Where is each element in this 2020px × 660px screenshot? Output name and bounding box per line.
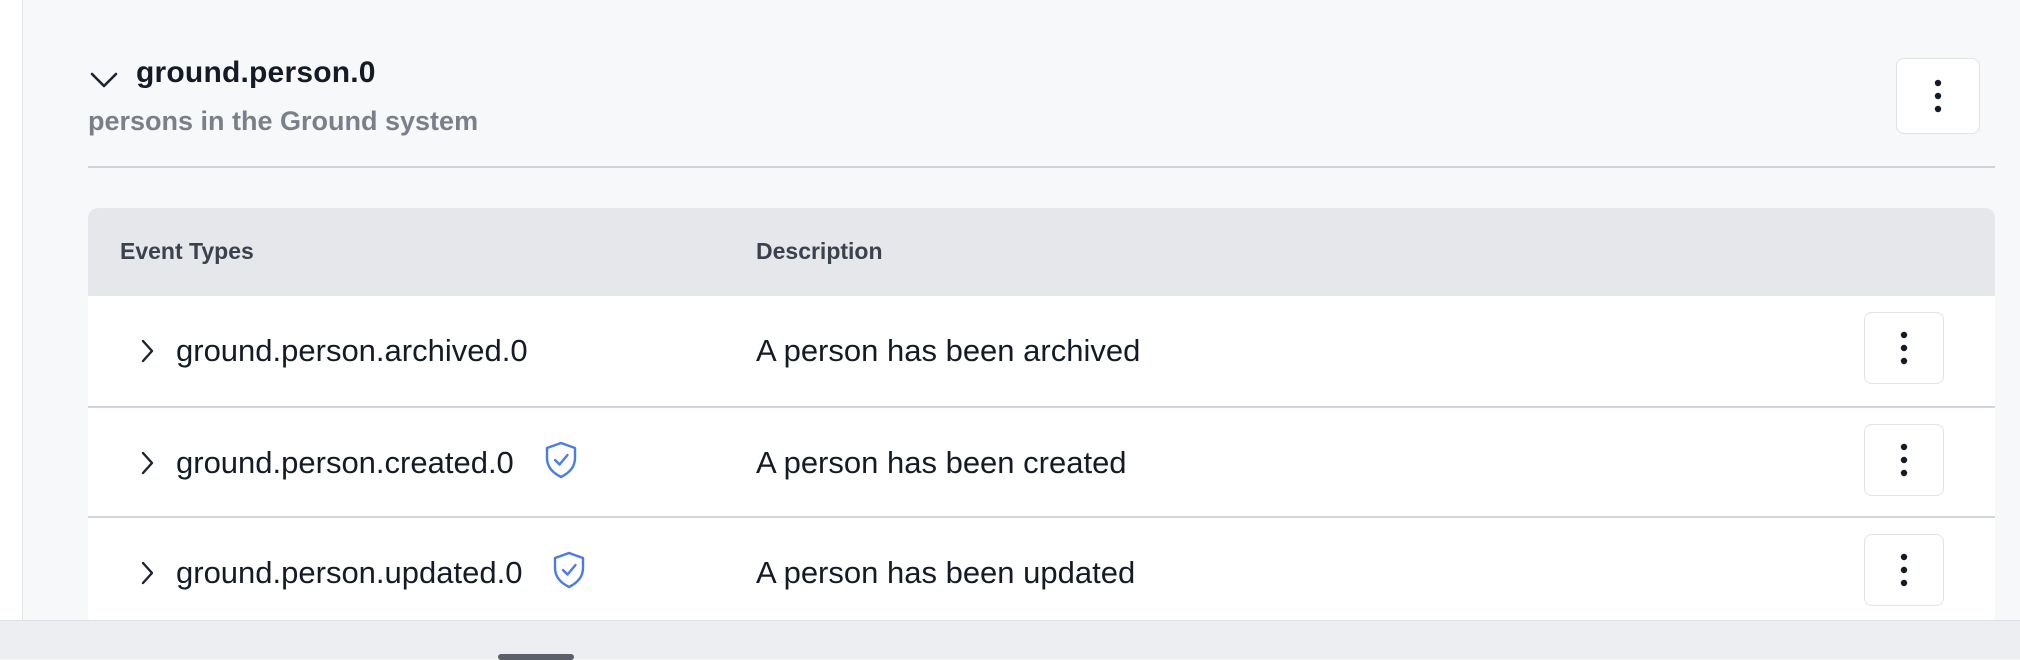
row-menu-button[interactable]	[1864, 534, 1944, 606]
event-type-name[interactable]: ground.person.updated.0	[176, 555, 522, 591]
kebab-menu-icon	[1934, 79, 1942, 113]
verified-shield-icon	[545, 441, 577, 479]
kebab-menu-icon	[1900, 553, 1908, 587]
column-header-description: Description	[756, 238, 883, 264]
chevron-down-icon	[90, 72, 118, 88]
event-type-description: A person has been created	[756, 445, 1127, 480]
event-types-table: Event Types Description ground.person.ar…	[88, 208, 1995, 624]
table-row[interactable]: ground.person.archived.0 A person has be…	[88, 296, 1995, 406]
event-type-name[interactable]: ground.person.archived.0	[176, 333, 528, 369]
event-type-description: A person has been archived	[756, 333, 1141, 368]
kebab-menu-icon	[1900, 443, 1908, 477]
chevron-right-icon	[141, 339, 154, 363]
event-type-description: A person has been updated	[756, 555, 1136, 590]
group-title: ground.person.0	[136, 56, 376, 89]
collapse-toggle[interactable]	[88, 64, 120, 96]
expand-row-toggle[interactable]	[136, 559, 158, 587]
event-group-header: ground.person.0 persons in the Ground sy…	[88, 50, 1995, 168]
expand-row-toggle[interactable]	[136, 337, 158, 365]
row-menu-button[interactable]	[1864, 424, 1944, 496]
row-menu-button[interactable]	[1864, 312, 1944, 384]
table-row[interactable]: ground.person.created.0 A person has bee…	[88, 408, 1995, 518]
scroll-handle[interactable]	[498, 654, 574, 660]
kebab-menu-icon	[1900, 331, 1908, 365]
group-subtitle: persons in the Ground system	[88, 106, 479, 136]
expand-row-toggle[interactable]	[136, 449, 158, 477]
header-divider	[88, 166, 1995, 168]
chevron-right-icon	[141, 561, 154, 585]
table-header: Event Types Description	[88, 208, 1995, 296]
chevron-right-icon	[141, 451, 154, 475]
table-row[interactable]: ground.person.updated.0 A person has bee…	[88, 518, 1995, 624]
group-menu-button[interactable]	[1896, 58, 1980, 134]
bottom-bar	[0, 620, 2020, 659]
left-rail	[0, 0, 23, 658]
verified-shield-icon	[553, 551, 585, 589]
column-header-event-types: Event Types	[120, 238, 254, 264]
event-type-name[interactable]: ground.person.created.0	[176, 445, 514, 481]
